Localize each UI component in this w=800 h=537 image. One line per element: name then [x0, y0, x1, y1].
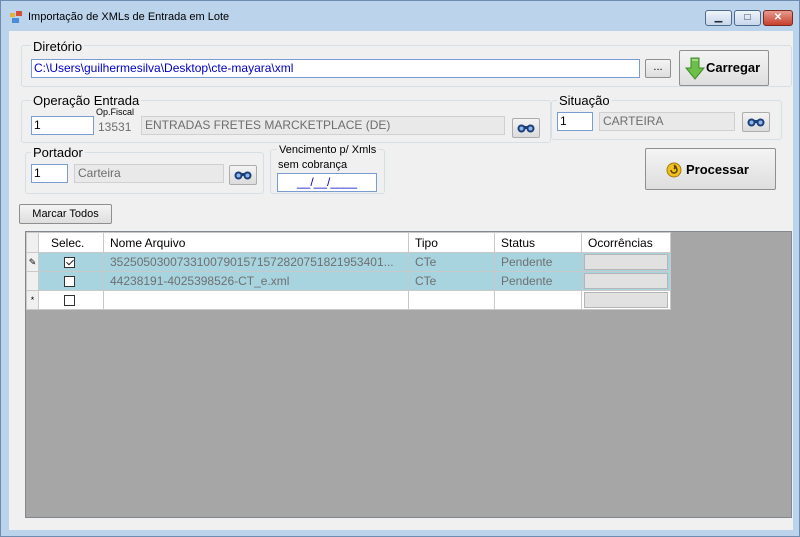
col-nome-arquivo[interactable]: Nome Arquivo [103, 232, 409, 253]
new-row-indicator: * [26, 290, 39, 310]
processar-button[interactable]: Processar [645, 148, 776, 190]
vencimento-date-input[interactable]: __/__/____ [277, 173, 377, 192]
maximize-button[interactable]: □ [734, 10, 761, 26]
operacao-search-button[interactable] [512, 118, 540, 138]
binoculars-icon [747, 118, 765, 127]
col-status[interactable]: Status [494, 232, 582, 253]
row-edit-indicator: ✎ [26, 252, 39, 272]
checkbox-unchecked[interactable] [64, 276, 75, 288]
portador-description: Carteira [74, 164, 224, 183]
col-selec[interactable]: Selec. [38, 232, 104, 253]
operacao-code-input[interactable]: 1 [31, 116, 94, 135]
status-cell[interactable]: Pendente [494, 252, 582, 272]
minimize-button[interactable]: ▁ [705, 10, 732, 26]
portador-search-button[interactable] [229, 165, 257, 185]
tipo-cell[interactable]: CTe [408, 252, 495, 272]
ocorrencias-cell[interactable] [581, 271, 671, 291]
binoculars-icon [234, 171, 252, 180]
row-header-corner [26, 232, 39, 253]
tipo-cell[interactable]: CTe [408, 271, 495, 291]
vencimento-label-line2: sem cobrança [278, 159, 348, 171]
download-arrow-icon [684, 57, 706, 80]
selec-cell[interactable] [38, 252, 104, 272]
ocorrencias-button[interactable] [584, 273, 668, 289]
operacao-label: Operação Entrada [31, 93, 142, 108]
portador-code-input[interactable]: 1 [31, 164, 68, 183]
table-row[interactable]: ✎ 35250503007331007901571572820751821953… [26, 252, 671, 272]
form-client-area: Diretório C:\Users\guilhermesilva\Deskto… [9, 31, 793, 530]
status-cell[interactable]: Pendente [494, 271, 582, 291]
selec-cell[interactable] [38, 271, 104, 291]
window-title: Importação de XMLs de Entrada em Lote [28, 11, 230, 23]
files-grid[interactable]: Selec. Nome Arquivo Tipo Status Ocorrênc… [25, 231, 792, 518]
marcar-todos-button[interactable]: Marcar Todos [19, 204, 112, 224]
ocorrencias-cell[interactable] [581, 252, 671, 272]
checkbox-unchecked[interactable] [64, 295, 75, 307]
col-ocorrencias[interactable]: Ocorrências [581, 232, 671, 253]
app-icon [10, 11, 22, 23]
situacao-description: CARTEIRA [599, 112, 735, 131]
nome-arquivo-cell[interactable] [103, 290, 409, 310]
ocorrencias-button[interactable] [584, 292, 668, 308]
nome-arquivo-cell[interactable]: 44238191-4025398526-CT_e.xml [103, 271, 409, 291]
situacao-search-button[interactable] [742, 112, 770, 132]
status-cell[interactable] [494, 290, 582, 310]
vencimento-label-line1: Vencimento p/ Xmls [277, 144, 379, 157]
checkbox-checked[interactable] [64, 257, 75, 269]
minimize-icon: ▁ [714, 12, 723, 23]
op-fiscal-value: 13531 [98, 120, 132, 134]
close-button[interactable]: ✕ [763, 10, 793, 26]
portador-label: Portador [31, 145, 85, 160]
close-icon: ✕ [773, 12, 783, 23]
row-indicator [26, 271, 39, 291]
situacao-label: Situação [557, 93, 612, 108]
title-bar[interactable]: Importação de XMLs de Entrada em Lote ▁ … [1, 1, 799, 31]
operacao-description: ENTRADAS FRETES MARCKETPLACE (DE) [141, 116, 505, 135]
ocorrencias-button[interactable] [584, 254, 668, 270]
selec-cell[interactable] [38, 290, 104, 310]
table-row[interactable]: 44238191-4025398526-CT_e.xml CTe Pendent… [26, 271, 671, 291]
tipo-cell[interactable] [408, 290, 495, 310]
main-window: Importação de XMLs de Entrada em Lote ▁ … [0, 0, 800, 537]
binoculars-icon [517, 124, 535, 133]
carregar-label: Carregar [706, 60, 761, 75]
grid-header-row: Selec. Nome Arquivo Tipo Status Ocorrênc… [26, 232, 671, 253]
process-icon [666, 162, 682, 178]
processar-label: Processar [686, 162, 749, 177]
diretorio-path-input[interactable]: C:\Users\guilhermesilva\Desktop\cte-maya… [31, 59, 640, 78]
maximize-icon: □ [744, 12, 751, 23]
diretorio-label: Diretório [31, 39, 85, 54]
op-fiscal-label: Op.Fiscal [96, 107, 135, 117]
nome-arquivo-cell[interactable]: 3525050300733100790157157282075182195340… [103, 252, 409, 272]
col-tipo[interactable]: Tipo [408, 232, 495, 253]
situacao-code-input[interactable]: 1 [557, 112, 593, 131]
files-table: Selec. Nome Arquivo Tipo Status Ocorrênc… [26, 232, 671, 310]
carregar-button[interactable]: Carregar [679, 50, 769, 86]
ocorrencias-cell[interactable] [581, 290, 671, 310]
new-row[interactable]: * [26, 290, 671, 310]
browse-button[interactable]: ... [645, 59, 671, 78]
